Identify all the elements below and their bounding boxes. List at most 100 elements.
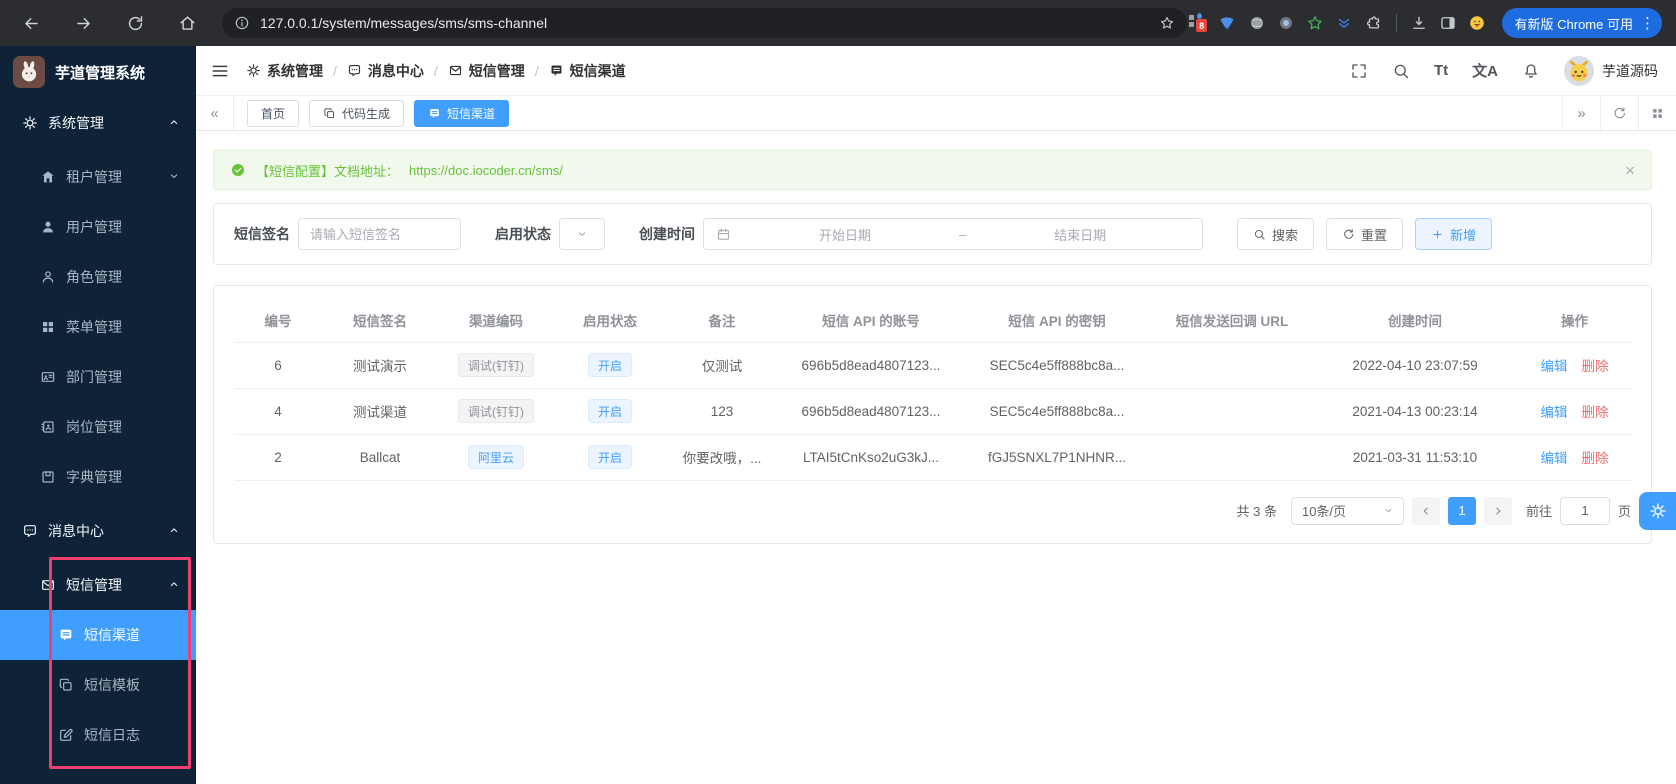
chrome-update-label: 有新版 Chrome 可用 <box>1514 16 1633 32</box>
browser-menu-icon[interactable]: ⋮ <box>1640 14 1655 32</box>
sidebar-item-menu[interactable]: 菜单管理 <box>0 302 196 352</box>
browser-forward-button[interactable] <box>66 6 100 40</box>
page-number-button[interactable]: 1 <box>1447 496 1476 525</box>
alert-close-button[interactable]: × <box>1625 162 1635 179</box>
sidebar-item-sms-channel[interactable]: 短信渠道 <box>0 610 196 660</box>
extension-globe-icon[interactable] <box>1246 10 1268 36</box>
extension-chevrons-icon[interactable] <box>1333 10 1355 36</box>
date-range-picker[interactable]: 开始日期 – 结束日期 <box>703 218 1203 250</box>
tab-home[interactable]: 首页 <box>247 99 300 127</box>
tabs-scroll-left-button[interactable]: « <box>196 96 234 130</box>
breadcrumb-item-sms-channel[interactable]: 短信渠道 <box>549 61 626 81</box>
breadcrumb-item-message-center[interactable]: 消息中心 <box>347 61 424 81</box>
breadcrumb-item-sms-management[interactable]: 短信管理 <box>448 61 525 81</box>
sidebar-item-role[interactable]: 角色管理 <box>0 252 196 302</box>
extension-star-icon[interactable] <box>1304 10 1326 36</box>
message-lines-icon <box>428 107 441 120</box>
extension-badge-icon[interactable]: 8 <box>1187 10 1209 36</box>
col-signature: 短信签名 <box>322 298 438 343</box>
sidebar-item-post[interactable]: 岗位管理 <box>0 402 196 452</box>
profile-avatar-button[interactable] <box>1466 10 1488 36</box>
col-status: 启用状态 <box>554 298 666 343</box>
prev-page-button[interactable] <box>1411 496 1440 525</box>
delete-link[interactable]: 删除 <box>1582 359 1609 374</box>
mail-icon <box>448 63 463 78</box>
header-search-button[interactable] <box>1392 62 1410 80</box>
sidebar-item-sms-management[interactable]: 短信管理 <box>0 560 196 610</box>
sidebar-item-sms-log[interactable]: 短信日志 <box>0 710 196 760</box>
gear-icon <box>22 115 38 131</box>
status-tag: 开启 <box>587 399 632 423</box>
reset-button[interactable]: 重置 <box>1326 218 1404 250</box>
delete-link[interactable]: 删除 <box>1582 451 1609 466</box>
bell-icon <box>1522 62 1540 80</box>
tabs-scroll-right-button[interactable]: » <box>1562 96 1600 130</box>
search-icon <box>1253 228 1266 241</box>
signature-input[interactable] <box>298 218 461 250</box>
side-panel-button[interactable] <box>1437 10 1459 36</box>
mail-icon <box>40 577 56 593</box>
browser-reload-button[interactable] <box>118 6 152 40</box>
channel-tag: 调试(钉钉) <box>458 399 534 423</box>
downloads-button[interactable] <box>1408 10 1430 36</box>
delete-link[interactable]: 删除 <box>1582 405 1609 420</box>
browser-back-button[interactable] <box>14 6 48 40</box>
next-page-button[interactable] <box>1483 496 1512 525</box>
signature-label: 短信签名 <box>234 226 290 242</box>
extensions-puzzle-icon[interactable] <box>1363 10 1385 36</box>
theme-settings-button[interactable] <box>1639 492 1676 530</box>
browser-home-button[interactable] <box>170 6 204 40</box>
breadcrumb-item-system[interactable]: 系统管理 <box>246 61 323 81</box>
site-info-icon[interactable] <box>234 15 250 31</box>
edit-pen-icon <box>58 727 74 743</box>
col-api-account: 短信 API 的账号 <box>778 298 964 343</box>
page-size-select[interactable]: 10条/页 <box>1290 496 1404 525</box>
add-button[interactable]: 新增 <box>1415 218 1493 250</box>
sidebar-item-user[interactable]: 用户管理 <box>0 202 196 252</box>
font-size-button[interactable]: Tt <box>1434 62 1448 79</box>
tab-sms-channel[interactable]: 短信渠道 <box>414 99 510 127</box>
sidebar-item-system[interactable]: 系统管理 <box>0 98 196 148</box>
end-date-placeholder: 结束日期 <box>1054 227 1107 243</box>
extension-balloon-icon[interactable] <box>1216 10 1238 36</box>
user-icon <box>40 219 56 235</box>
doc-link[interactable]: https://doc.iocoder.cn/sms/ <box>409 163 563 178</box>
app-logo-row[interactable]: 芋道管理系统 <box>0 46 196 98</box>
breadcrumb-separator: / <box>433 62 438 79</box>
notification-bell-button[interactable] <box>1522 62 1540 80</box>
bookmark-star-icon[interactable] <box>1159 15 1175 31</box>
col-remark: 备注 <box>666 298 778 343</box>
start-date-placeholder: 开始日期 <box>818 227 871 243</box>
sidebar-item-sms-template[interactable]: 短信模板 <box>0 660 196 710</box>
sidebar-item-dept[interactable]: 部门管理 <box>0 352 196 402</box>
sidebar-item-dict[interactable]: 字典管理 <box>0 452 196 502</box>
edit-link[interactable]: 编辑 <box>1541 359 1568 374</box>
goto-unit: 页 <box>1617 504 1631 519</box>
search-icon <box>1392 62 1410 80</box>
browser-toolbar: 127.0.0.1/system/messages/sms/sms-channe… <box>0 0 1676 46</box>
status-tag: 开启 <box>587 445 632 469</box>
edit-link[interactable]: 编辑 <box>1541 451 1568 466</box>
url-text: 127.0.0.1/system/messages/sms/sms-channe… <box>260 15 548 31</box>
doc-alert: 【短信配置】文档地址： https://doc.iocoder.cn/sms/ … <box>213 150 1652 190</box>
search-button[interactable]: 搜索 <box>1237 218 1315 250</box>
sidebar-item-tenant[interactable]: 租户管理 <box>0 152 196 202</box>
dictionary-icon <box>40 469 56 485</box>
locale-switch-button[interactable]: 文A <box>1472 60 1498 81</box>
breadcrumb: 系统管理 / 消息中心 / 短信管理 / 短信渠道 <box>246 61 626 81</box>
tabs-layout-button[interactable] <box>1638 96 1676 130</box>
user-menu[interactable]: 芋道源码 <box>1564 55 1658 86</box>
col-id: 编号 <box>234 298 322 343</box>
goto-page-input[interactable] <box>1559 496 1610 525</box>
id-card-icon <box>40 369 56 385</box>
tab-codegen[interactable]: 代码生成 <box>309 99 405 127</box>
tabs-refresh-button[interactable] <box>1600 96 1638 130</box>
sidebar-item-message-center[interactable]: 消息中心 <box>0 506 196 556</box>
extension-ring-icon[interactable] <box>1275 10 1297 36</box>
status-select[interactable] <box>559 218 605 250</box>
address-bar[interactable]: 127.0.0.1/system/messages/sms/sms-channe… <box>222 8 1187 38</box>
fullscreen-button[interactable] <box>1350 62 1368 80</box>
chrome-update-button[interactable]: 有新版 Chrome 可用 ⋮ <box>1501 8 1662 38</box>
edit-link[interactable]: 编辑 <box>1541 405 1568 420</box>
sidebar-collapse-button[interactable] <box>210 61 230 81</box>
